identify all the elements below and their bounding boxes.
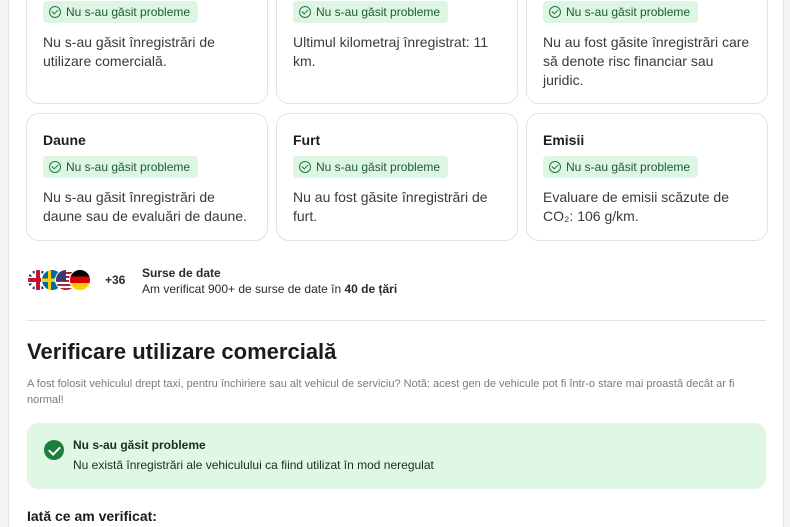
data-sources-desc-countries: 40 de țări bbox=[344, 282, 398, 296]
data-sources-desc-prefix: Am verificat 900+ de surse de date în bbox=[142, 282, 345, 296]
card-text: Ultimul kilometraj înregistrat: 11 km. bbox=[293, 34, 489, 69]
card-title: Daune bbox=[43, 132, 86, 148]
card-text: Nu s-au găsit înregistrări de utilizare … bbox=[43, 34, 215, 69]
card-text: Nu au fost găsite înregistrări care să d… bbox=[543, 34, 750, 88]
extra-countries-count: +36 bbox=[105, 273, 126, 287]
card-title: Emisii bbox=[543, 132, 585, 148]
status-badge: Nu s-au găsit probleme bbox=[543, 156, 699, 178]
section-divider bbox=[27, 320, 766, 321]
check-circle-icon bbox=[549, 161, 561, 173]
report-panel: Nu s-au găsit probleme Nu s-au găsit înr… bbox=[8, 0, 784, 527]
status-badge: Nu s-au găsit probleme bbox=[293, 156, 449, 178]
card-damage: Daune Nu s-au găsit probleme Nu s-au găs… bbox=[26, 113, 268, 241]
check-circle-icon bbox=[549, 6, 561, 18]
status-badge-label: Nu s-au găsit probleme bbox=[66, 5, 191, 19]
data-sources-title: Surse de date bbox=[142, 266, 221, 280]
status-badge-label: Nu s-au găsit probleme bbox=[316, 160, 441, 174]
check-circle-icon bbox=[49, 161, 61, 173]
status-badge-label: Nu s-au găsit probleme bbox=[66, 160, 191, 174]
check-circle-filled-icon bbox=[44, 440, 64, 460]
check-circle-icon bbox=[49, 6, 61, 18]
check-circle-icon bbox=[299, 161, 311, 173]
status-badge: Nu s-au găsit probleme bbox=[293, 1, 449, 23]
alert-title: Nu s-au găsit probleme bbox=[73, 438, 206, 452]
section-title: Verificare utilizare comercială bbox=[27, 339, 337, 364]
status-badge: Nu s-au găsit probleme bbox=[543, 1, 699, 23]
data-sources-description: Am verificat 900+ de surse de date în 40… bbox=[142, 282, 397, 296]
status-alert: Nu s-au găsit probleme Nu există înregis… bbox=[27, 423, 766, 489]
card-text: Nu au fost găsite înregistrări de furt. bbox=[293, 189, 488, 224]
card-title: Furt bbox=[293, 132, 321, 148]
alert-text: Nu există înregistrări ale vehiculului c… bbox=[73, 458, 434, 472]
card-emissions: Emisii Nu s-au găsit probleme Evaluare d… bbox=[526, 113, 768, 241]
card-financial-risk: Nu s-au găsit probleme Nu au fost găsite… bbox=[526, 0, 768, 104]
status-badge-label: Nu s-au găsit probleme bbox=[566, 5, 691, 19]
status-badge-label: Nu s-au găsit probleme bbox=[316, 5, 441, 19]
card-theft: Furt Nu s-au găsit probleme Nu au fost g… bbox=[276, 113, 518, 241]
section-description: A fost folosit vehiculul drept taxi, pen… bbox=[27, 378, 735, 406]
status-badge: Nu s-au găsit probleme bbox=[43, 156, 199, 178]
check-circle-icon bbox=[299, 6, 311, 18]
card-text: Nu s-au găsit înregistrări de daune sau … bbox=[43, 189, 247, 224]
card-commercial-use: Nu s-au găsit probleme Nu s-au găsit înr… bbox=[26, 0, 268, 104]
card-mileage: Nu s-au găsit probleme Ultimul kilometra… bbox=[276, 0, 518, 104]
status-badge-label: Nu s-au găsit probleme bbox=[566, 160, 691, 174]
status-badge: Nu s-au găsit probleme bbox=[43, 1, 199, 23]
checked-items-heading: Iată ce am verificat: bbox=[27, 508, 157, 524]
card-text: Evaluare de emisii scăzute de CO₂: 106 g… bbox=[543, 189, 729, 224]
germany-flag-icon bbox=[69, 269, 91, 291]
